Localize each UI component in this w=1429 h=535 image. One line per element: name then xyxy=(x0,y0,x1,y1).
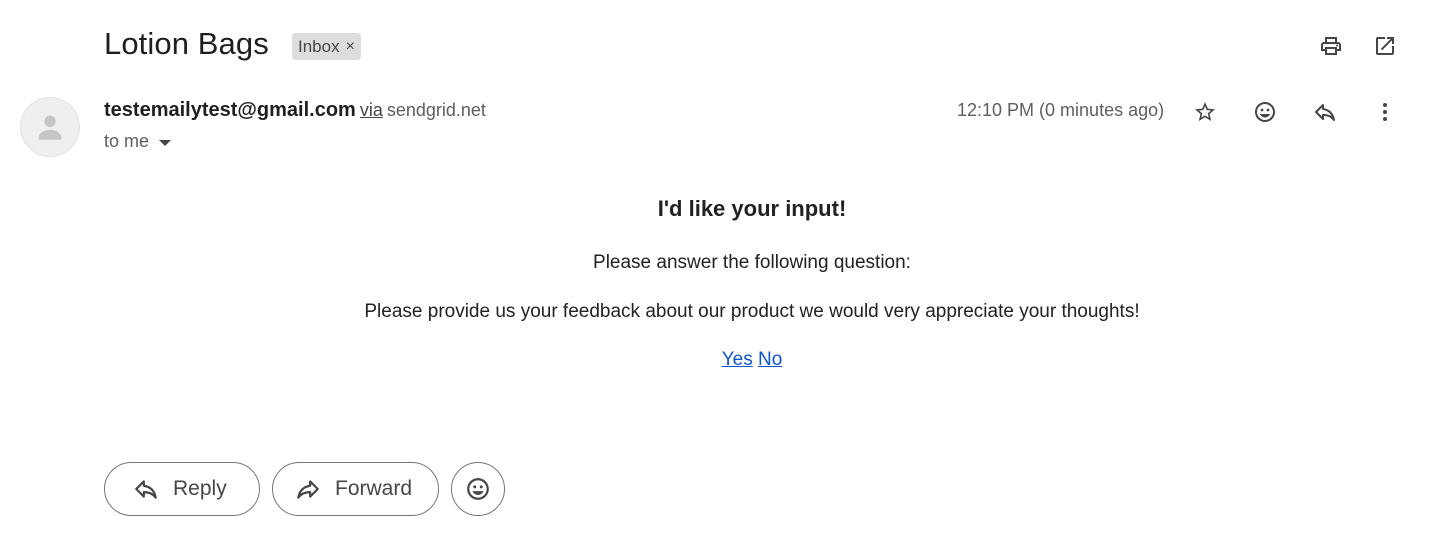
via-link[interactable]: via xyxy=(360,100,383,120)
print-button[interactable] xyxy=(1311,26,1351,66)
star-button[interactable] xyxy=(1185,92,1225,132)
body-question: Please provide us your feedback about ou… xyxy=(364,301,1140,322)
body-heading: I'd like your input! xyxy=(657,196,847,221)
chevron-down-icon xyxy=(159,139,172,146)
open-in-new-window-icon xyxy=(1376,37,1394,55)
email-subject: Lotion Bags xyxy=(104,26,269,61)
sender-line: testemailytest@gmail.com via sendgrid.net xyxy=(104,99,486,122)
emoji-icon xyxy=(467,478,489,500)
via-domain: sendgrid.net xyxy=(386,100,486,120)
open-in-new-window-button[interactable] xyxy=(1365,26,1405,66)
answer-links: Yes No xyxy=(0,349,1429,371)
reply-button[interactable]: Reply xyxy=(104,462,260,516)
forward-icon xyxy=(297,480,319,499)
inbox-label-chip[interactable]: Inbox × xyxy=(292,33,361,60)
reply-icon xyxy=(1315,104,1335,121)
recipients-text: to me xyxy=(104,131,150,151)
more-vert-icon xyxy=(1383,103,1387,121)
sender-avatar[interactable] xyxy=(20,97,80,157)
emoji-icon xyxy=(1255,102,1275,122)
reply-icon-button[interactable] xyxy=(1305,92,1345,132)
remove-label-icon[interactable]: × xyxy=(346,38,355,55)
star-icon xyxy=(1195,102,1215,121)
reply-button-label: Reply xyxy=(173,477,227,500)
forward-button[interactable]: Forward xyxy=(272,462,439,516)
person-icon xyxy=(38,115,62,140)
body-question-intro: Please answer the following question: xyxy=(593,252,911,273)
recipients-toggle[interactable]: to me xyxy=(104,131,172,152)
label-chip-text: Inbox xyxy=(298,36,340,56)
sender-email[interactable]: testemailytest@gmail.com xyxy=(104,99,356,121)
no-link[interactable]: No xyxy=(758,349,782,370)
yes-link[interactable]: Yes xyxy=(722,349,753,370)
add-reaction-button[interactable] xyxy=(1245,92,1285,132)
print-icon xyxy=(1321,37,1341,55)
reply-icon xyxy=(135,480,157,499)
email-timestamp: 12:10 PM (0 minutes ago) xyxy=(957,100,1165,120)
more-options-button[interactable] xyxy=(1365,92,1405,132)
forward-button-label: Forward xyxy=(335,477,413,500)
emoji-reaction-button[interactable] xyxy=(451,462,505,516)
